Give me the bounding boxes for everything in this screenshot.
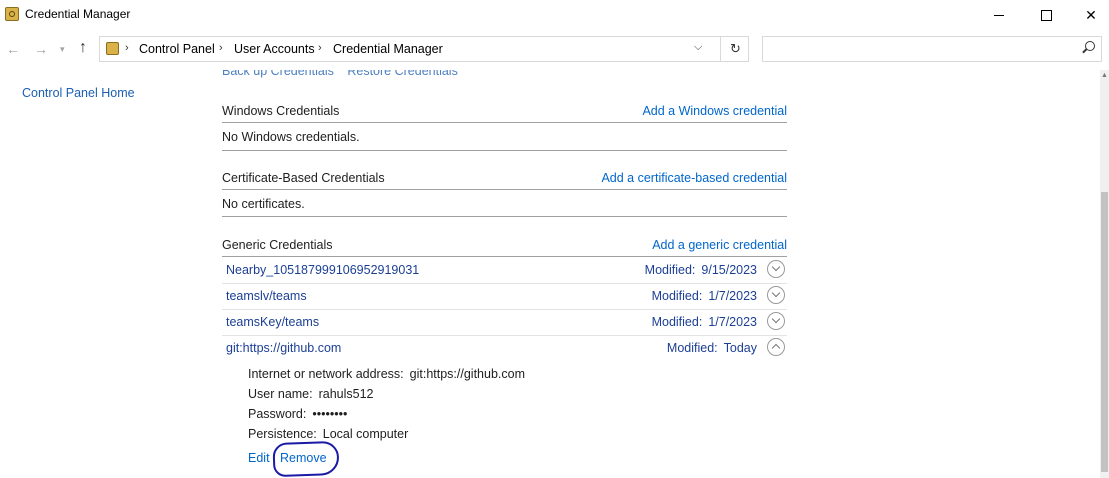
certificate-credentials-header: Certificate-Based Credentials Add a cert… [222,167,787,189]
close-button[interactable]: ✕ [1068,0,1109,30]
divider [222,122,787,123]
minimize-button[interactable] [976,0,1022,30]
breadcrumb-credential-manager[interactable]: Credential Manager [333,42,443,56]
divider [222,189,787,190]
breadcrumb-chevron-icon[interactable]: › [125,42,129,54]
credential-modified: Modified: 9/15/2023 [644,263,757,277]
generic-credentials-header: Generic Credentials Add a generic creden… [222,234,787,256]
breadcrumb-chevron-icon[interactable]: › [219,42,223,54]
divider [222,150,787,151]
title-bar: Credential Manager ✕ [0,0,1109,30]
credential-row-github[interactable]: git:https://github.com Modified: Today [222,335,787,361]
breadcrumb-chevron-icon[interactable]: › [318,42,322,54]
refresh-icon: ↻ [730,41,741,56]
add-windows-credential-link[interactable]: Add a Windows credential [642,104,787,118]
search-input[interactable] [762,36,1102,62]
recent-locations-chevron-icon[interactable]: ▾ [60,44,65,55]
restore-credentials-link[interactable]: Restore Credentials [347,70,457,78]
credential-username: User name: rahuls512 [248,387,374,401]
close-icon: ✕ [1085,6,1097,23]
credential-persistence: Persistence: Local computer [248,427,409,441]
refresh-button[interactable]: ↻ [720,37,750,61]
up-arrow-icon[interactable]: ↑ [79,39,87,57]
credential-manager-icon [5,7,19,21]
address-bar[interactable]: › Control Panel › User Accounts › Creden… [99,36,749,62]
address-dropdown-icon[interactable]: ⌵ [694,41,702,54]
certificate-credentials-title: Certificate-Based Credentials [222,171,385,185]
credential-address: Internet or network address: git:https://… [248,367,525,381]
scrollbar-thumb[interactable] [1101,192,1108,472]
main-content: Control Panel Home Back up Credentials R… [0,70,1100,478]
windows-credentials-header: Windows Credentials Add a Windows creden… [222,100,787,122]
navigation-bar: ← → ▾ ↑ › Control Panel › User Accounts … [0,30,1109,70]
vertical-scrollbar[interactable]: ▲ [1100,70,1109,478]
control-panel-icon [106,42,119,55]
credential-name: git:https://github.com [226,341,342,355]
windows-credentials-title: Windows Credentials [222,104,340,118]
maximize-icon [1040,9,1052,21]
credential-modified: Modified: 1/7/2023 [651,315,757,329]
credential-name: teamslv/teams [226,289,307,303]
expand-chevron-icon[interactable] [767,286,785,304]
credential-name: teamsKey/teams [226,315,320,329]
credential-row-nearby[interactable]: Nearby_105187999106952919031 Modified: 9/… [222,257,787,283]
breadcrumb-user-accounts[interactable]: User Accounts [234,42,315,56]
control-panel-home-link[interactable]: Control Panel Home [22,86,135,100]
collapse-chevron-icon[interactable] [767,338,785,356]
forward-arrow-icon[interactable]: → [34,41,48,57]
search-icon [1085,41,1095,51]
certificates-empty: No certificates. [222,197,305,211]
breadcrumb-control-panel[interactable]: Control Panel [139,42,215,56]
minimize-icon [994,14,1004,16]
window-title: Credential Manager [25,7,131,21]
maximize-button[interactable] [1023,0,1069,30]
annotation-circle [272,440,340,478]
expand-chevron-icon[interactable] [767,260,785,278]
edit-credential-link[interactable]: Edit [248,451,270,465]
credential-row-teamskey[interactable]: teamsKey/teams Modified: 1/7/2023 [222,309,787,335]
credential-modified: Modified: Today [666,341,757,355]
credential-modified: Modified: 1/7/2023 [651,289,757,303]
expand-chevron-icon[interactable] [767,312,785,330]
credential-password: Password: •••••••• [248,407,348,421]
scroll-up-icon[interactable]: ▲ [1101,72,1108,79]
generic-credentials-title: Generic Credentials [222,238,333,252]
add-generic-credential-link[interactable]: Add a generic credential [652,238,787,252]
add-certificate-credential-link[interactable]: Add a certificate-based credential [601,171,787,185]
back-arrow-icon[interactable]: ← [6,41,20,57]
windows-credentials-empty: No Windows credentials. [222,130,360,144]
credential-row-teamslv[interactable]: teamslv/teams Modified: 1/7/2023 [222,283,787,309]
backup-restore-links: Back up Credentials Restore Credentials [222,70,468,78]
divider [222,216,787,217]
backup-credentials-link[interactable]: Back up Credentials [222,70,334,78]
credential-name: Nearby_105187999106952919031 [226,263,420,277]
